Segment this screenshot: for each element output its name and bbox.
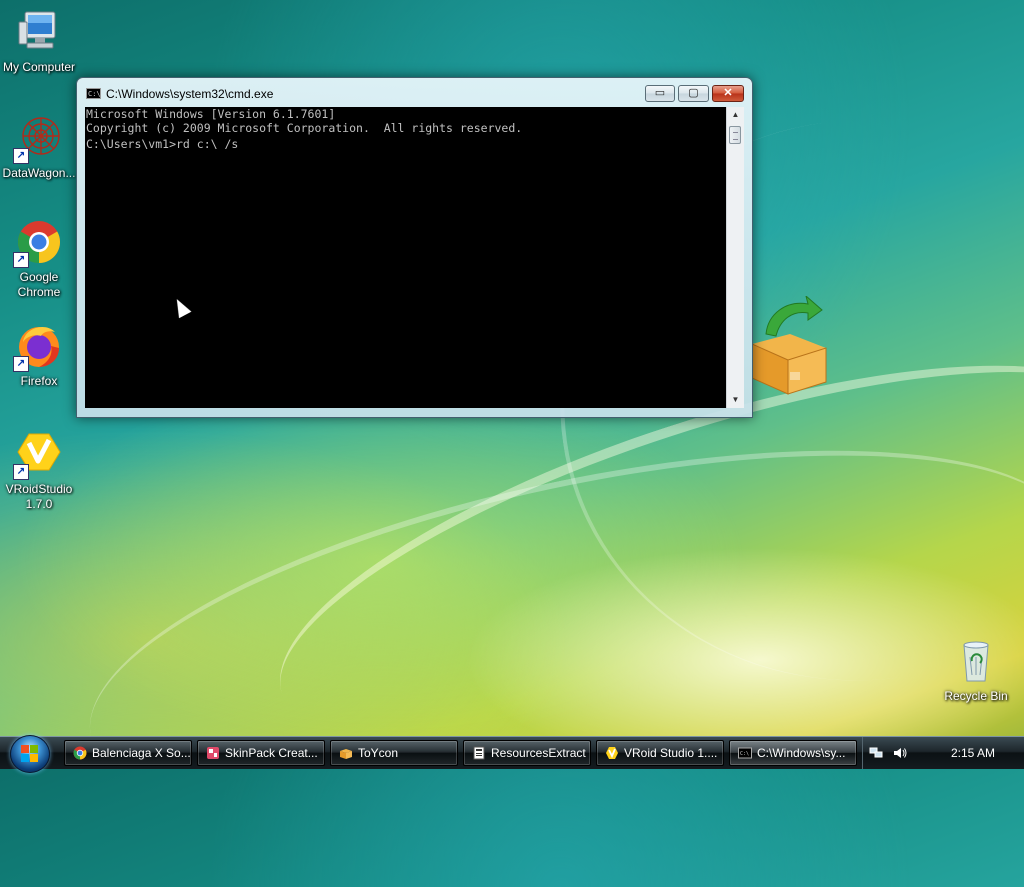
datawagon-icon: ↗ (13, 114, 63, 164)
taskbar-item-label: ResourcesExtract (491, 746, 586, 760)
console-output[interactable]: Microsoft Windows [Version 6.1.7601] Cop… (85, 107, 726, 408)
taskbar-item-label: Balenciaga X So... (92, 746, 191, 760)
taskbar-item-label: VRoid Studio 1.... (624, 746, 718, 760)
vroid-icon (606, 747, 618, 759)
taskbar: Balenciaga X So... SkinPack Creat... ToY… (0, 735, 1024, 773)
desktop-icon-label: My Computer (2, 60, 76, 74)
cmd-icon: C:\ (738, 747, 752, 759)
taskbar-item-active[interactable]: C:\ C:\Windows\sy... (729, 740, 857, 766)
close-button[interactable]: ✕ (712, 85, 744, 102)
console-line: Microsoft Windows [Version 6.1.7601] (86, 107, 336, 121)
skinpack-icon (207, 747, 219, 759)
system-tray: 2:15 AM (862, 737, 1024, 769)
taskbar-item-label: ToYcon (358, 746, 399, 760)
console-prompt-line: C:\Users\vm1>rd c:\ /s (86, 137, 239, 151)
desktop-icon-datawagon[interactable]: ↗ DataWagon... (1, 114, 77, 181)
start-button[interactable] (10, 735, 50, 773)
box-icon (340, 749, 352, 759)
vertical-scrollbar[interactable]: ▲ ▼ (726, 107, 744, 408)
recycle-bin-icon (952, 637, 1000, 685)
taskbar-item[interactable]: SkinPack Creat... (197, 740, 325, 766)
desktop-icon-label: Recycle Bin (944, 689, 1008, 703)
taskbar-item[interactable]: Balenciaga X So... (64, 740, 192, 766)
taskbar-item[interactable]: VRoid Studio 1.... (596, 740, 724, 766)
scroll-down-icon[interactable]: ▼ (727, 392, 744, 408)
desktop-icon-recycle-bin[interactable]: Recycle Bin (938, 637, 1014, 704)
chrome-icon: ↗ (13, 218, 63, 268)
scroll-up-icon[interactable]: ▲ (727, 107, 744, 123)
taskbar-item-label: C:\Windows\sy... (757, 746, 846, 760)
taskbar-item[interactable]: ResourcesExtract (463, 740, 591, 766)
volume-icon[interactable] (893, 747, 907, 759)
windows-logo-icon (21, 745, 39, 763)
maximize-button[interactable]: ▢ (678, 85, 709, 102)
shortcut-arrow-icon: ↗ (13, 356, 29, 372)
maximize-icon: ▢ (688, 87, 699, 99)
desktop-icon-vroidstudio[interactable]: ↗ VRoidStudio 1.7.0 (1, 430, 77, 512)
resources-icon (473, 746, 485, 760)
desktop-icon-firefox[interactable]: ↗ Firefox (1, 322, 77, 389)
shortcut-arrow-icon: ↗ (13, 148, 29, 164)
vroid-icon: ↗ (13, 430, 63, 480)
computer-icon (15, 8, 63, 56)
title-bar[interactable]: C:\ C:\Windows\system32\cmd.exe ▭ ▢ ✕ (77, 78, 752, 106)
desktop-icon-label: Firefox (20, 374, 58, 388)
shortcut-arrow-icon: ↗ (13, 252, 29, 268)
cmd-icon: C:\ (86, 88, 101, 99)
taskbar-item-label: SkinPack Creat... (225, 746, 318, 760)
minimize-icon: ▭ (654, 87, 666, 99)
svg-text:C:\: C:\ (740, 751, 749, 757)
desktop-icon-my-computer[interactable]: My Computer (1, 8, 77, 75)
chrome-icon (73, 746, 87, 760)
network-icon[interactable] (869, 747, 883, 759)
close-icon: ✕ (723, 87, 733, 99)
desktop-icon-label: VRoidStudio 1.7.0 (5, 482, 73, 511)
box-install-icon[interactable] (751, 294, 832, 396)
clock[interactable]: 2:15 AM (951, 737, 995, 769)
window-title: C:\Windows\system32\cmd.exe (106, 87, 274, 101)
desktop-icon-label: Google Chrome (17, 270, 61, 299)
taskbar-item[interactable]: ToYcon (330, 740, 458, 766)
wallpaper-swoosh (59, 379, 1024, 887)
scroll-thumb[interactable] (729, 126, 741, 144)
minimize-button[interactable]: ▭ (645, 85, 675, 102)
desktop-icon-label: DataWagon... (2, 166, 76, 180)
desktop-icon-google-chrome[interactable]: ↗ Google Chrome (1, 218, 77, 300)
shortcut-arrow-icon: ↗ (13, 464, 29, 480)
console-line: Copyright (c) 2009 Microsoft Corporation… (86, 121, 523, 135)
firefox-icon: ↗ (13, 322, 63, 372)
cmd-window[interactable]: C:\ C:\Windows\system32\cmd.exe ▭ ▢ ✕ Mi… (76, 77, 753, 418)
